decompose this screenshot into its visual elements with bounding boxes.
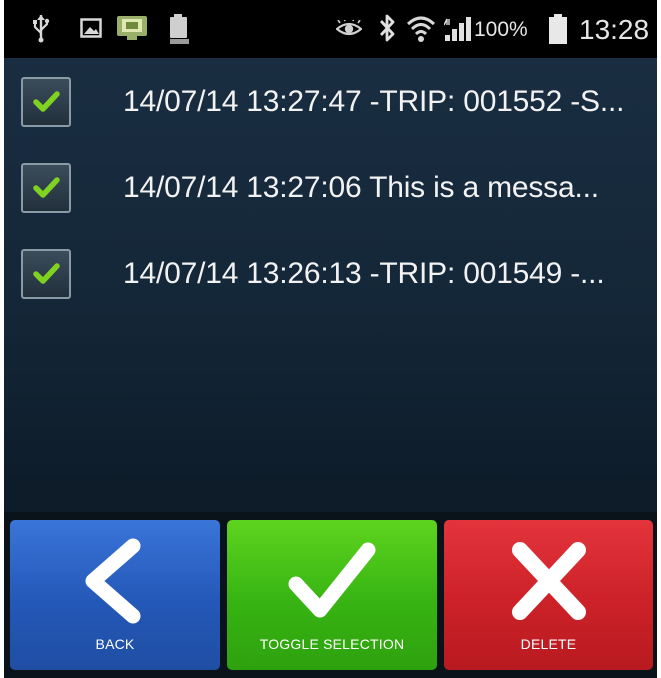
wifi-icon xyxy=(406,14,436,49)
back-button[interactable]: BACK xyxy=(10,520,220,670)
checkmark-icon xyxy=(33,177,60,198)
checkmark-icon xyxy=(33,91,60,112)
clock: 13:28 xyxy=(579,14,650,45)
list-item[interactable]: 14/07/14 13:27:47 -TRIP: 001552 -S... xyxy=(4,63,657,135)
back-label: BACK xyxy=(95,636,135,652)
message-text: 14/07/14 13:27:47 -TRIP: 001552 -S... xyxy=(123,85,625,118)
list-item[interactable]: 14/07/14 13:26:13 -TRIP: 001549 -... xyxy=(4,235,657,307)
delete-label: DELETE xyxy=(520,636,577,652)
battery-saver-icon xyxy=(168,13,190,50)
item-checkbox[interactable] xyxy=(21,249,71,299)
x-icon xyxy=(511,542,586,620)
message-text: 14/07/14 13:27:06 This is a messa... xyxy=(123,171,599,204)
bluetooth-icon xyxy=(378,13,396,48)
tv-icon xyxy=(116,15,148,46)
chevron-left-icon xyxy=(85,538,141,624)
toggle-selection-button[interactable]: TOGGLE SELECTION xyxy=(227,520,437,670)
checkmark-icon xyxy=(33,263,60,284)
status-bar: 100% 13:28 xyxy=(4,0,657,58)
message-text: 14/07/14 13:26:13 -TRIP: 001549 -... xyxy=(123,257,605,290)
delete-button[interactable]: DELETE xyxy=(444,520,653,670)
toggle-selection-label: TOGGLE SELECTION xyxy=(259,636,405,652)
action-bar: BACK TOGGLE SELECTION DELETE xyxy=(4,512,657,678)
eye-icon xyxy=(335,17,363,43)
battery-icon xyxy=(548,13,568,50)
usb-icon xyxy=(32,13,50,48)
battery-percent: 100% xyxy=(474,18,528,41)
message-selection-screen: 100% 13:28 14/07/14 13:27:47 -TRIP: 0015… xyxy=(4,0,657,678)
checkmark-icon xyxy=(288,542,376,618)
item-checkbox[interactable] xyxy=(21,77,71,127)
image-icon xyxy=(80,18,102,43)
signal-icon xyxy=(443,16,472,47)
item-checkbox[interactable] xyxy=(21,163,71,213)
list-item[interactable]: 14/07/14 13:27:06 This is a messa... xyxy=(4,149,657,221)
